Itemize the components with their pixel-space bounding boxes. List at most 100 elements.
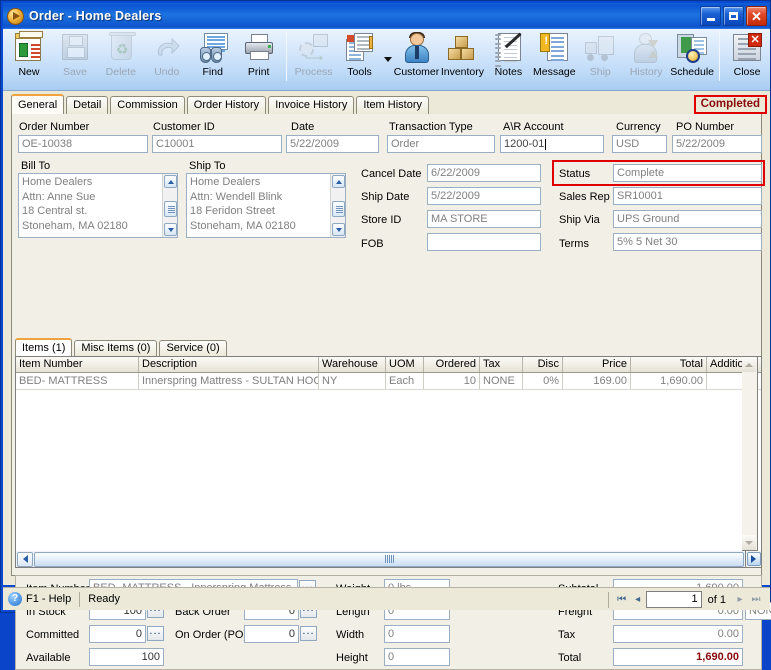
close-button[interactable]: ✕ bbox=[746, 6, 767, 26]
toolbar-button-close[interactable]: ✕ Close bbox=[724, 29, 770, 87]
status-badge: Completed bbox=[693, 95, 767, 114]
items-grid[interactable]: Item Number Description Warehouse UOM Or… bbox=[15, 356, 762, 568]
toolbar-button-new[interactable]: New bbox=[6, 29, 52, 87]
last-record-icon[interactable]: ⏭ bbox=[748, 591, 764, 608]
tax-input[interactable]: 0.00 bbox=[613, 625, 743, 643]
scroll-up-icon[interactable] bbox=[742, 357, 756, 372]
cell-uom[interactable]: Each bbox=[386, 373, 424, 389]
grid-col-total[interactable]: Total bbox=[631, 357, 707, 372]
cell-total[interactable]: 1,690.00 bbox=[631, 373, 707, 389]
grid-col-tax[interactable]: Tax bbox=[480, 357, 523, 372]
grid-vertical-scrollbar[interactable] bbox=[742, 356, 758, 551]
scroll-down-icon[interactable] bbox=[332, 223, 345, 236]
status-input[interactable]: Complete bbox=[613, 164, 762, 182]
toolbar-button-save[interactable]: Save bbox=[52, 29, 98, 87]
customer-id-input[interactable]: C10001 bbox=[152, 135, 282, 153]
tab-order-history[interactable]: Order History bbox=[186, 96, 267, 114]
first-record-icon[interactable]: ⏮ bbox=[614, 591, 630, 608]
grid-col-price[interactable]: Price bbox=[563, 357, 631, 372]
toolbar-button-ship[interactable]: Ship bbox=[577, 29, 623, 87]
ar-account-input[interactable]: 1200-01 bbox=[500, 135, 604, 153]
grid-col-description[interactable]: Description bbox=[139, 357, 319, 372]
cell-description[interactable]: Innerspring Mattress - SULTAN HOGB( bbox=[139, 373, 319, 389]
cell-item-number[interactable]: BED- MATTRESS bbox=[16, 373, 139, 389]
tab-detail[interactable]: Detail bbox=[66, 96, 109, 114]
previous-record-icon[interactable]: ◂ bbox=[630, 591, 646, 608]
status-bar: ? F1 - Help Ready ⏮ ◂ 1 of 1 ▸ ⏭ bbox=[3, 587, 770, 610]
scroll-up-icon[interactable] bbox=[164, 175, 177, 188]
next-record-icon[interactable]: ▸ bbox=[732, 591, 748, 608]
label-store-id: Store ID bbox=[361, 214, 402, 226]
cell-tax[interactable]: NONE bbox=[480, 373, 523, 389]
grid-col-item-number[interactable]: Item Number bbox=[16, 357, 139, 372]
toolbar-button-notes[interactable]: Notes bbox=[485, 29, 531, 87]
on-order-po-input[interactable]: 0 bbox=[244, 625, 299, 643]
table-row[interactable]: BED- MATTRESS Innerspring Mattress - SUL… bbox=[16, 373, 761, 390]
date-input[interactable]: 5/22/2009 bbox=[286, 135, 379, 153]
ship-via-input[interactable]: UPS Ground bbox=[613, 210, 762, 228]
scrollbar-thumb[interactable] bbox=[164, 201, 177, 217]
grid-scroll-right-corner[interactable] bbox=[746, 551, 762, 568]
toolbar-button-history[interactable]: History bbox=[623, 29, 669, 87]
currency-input[interactable]: USD bbox=[612, 135, 667, 153]
grid-horizontal-scrollbar[interactable] bbox=[15, 551, 746, 568]
terms-input[interactable]: 5% 5 Net 30 bbox=[613, 233, 762, 251]
scrollbar-thumb[interactable] bbox=[332, 201, 345, 217]
on-order-po-lookup-button[interactable]: ... bbox=[300, 626, 317, 641]
available-input[interactable]: 100 bbox=[89, 648, 164, 666]
tab-items[interactable]: Items (1) bbox=[15, 338, 73, 356]
grid-col-ordered[interactable]: Ordered bbox=[424, 357, 480, 372]
scroll-up-icon[interactable] bbox=[332, 175, 345, 188]
cell-warehouse[interactable]: NY bbox=[319, 373, 386, 389]
committed-input[interactable]: 0 bbox=[89, 625, 146, 643]
tab-general[interactable]: General bbox=[11, 94, 65, 114]
grid-col-warehouse[interactable]: Warehouse bbox=[319, 357, 386, 372]
page-number-input[interactable]: 1 bbox=[645, 591, 702, 608]
scroll-right-icon[interactable] bbox=[746, 552, 761, 566]
width-input[interactable]: 0 bbox=[384, 625, 450, 643]
ship-date-input[interactable]: 5/22/2009 bbox=[427, 187, 541, 205]
sales-rep-input[interactable]: SR10001 bbox=[613, 187, 762, 205]
height-input[interactable]: 0 bbox=[384, 648, 450, 666]
grid-col-uom[interactable]: UOM bbox=[386, 357, 424, 372]
committed-lookup-button[interactable]: ... bbox=[147, 626, 164, 641]
ship-to-scrollbar[interactable] bbox=[330, 174, 345, 237]
order-number-input[interactable]: OE-10038 bbox=[18, 135, 148, 153]
scrollbar-thumb[interactable] bbox=[34, 551, 744, 567]
tab-commission[interactable]: Commission bbox=[110, 96, 185, 114]
store-id-input[interactable]: MA STORE bbox=[427, 210, 541, 228]
tab-invoice-history[interactable]: Invoice History bbox=[268, 96, 355, 114]
maximize-button[interactable] bbox=[723, 6, 744, 26]
scroll-down-icon[interactable] bbox=[742, 535, 756, 550]
bill-to-scrollbar[interactable] bbox=[162, 174, 177, 237]
cell-disc[interactable]: 0% bbox=[523, 373, 563, 389]
grid-col-disc[interactable]: Disc bbox=[523, 357, 563, 372]
toolbar-button-find[interactable]: Find bbox=[190, 29, 236, 87]
minimize-button[interactable] bbox=[700, 6, 721, 26]
bill-to-address-box[interactable]: Home Dealers Attn: Anne Sue 18 Central s… bbox=[18, 173, 178, 238]
toolbar-button-schedule[interactable]: Schedule bbox=[669, 29, 715, 87]
transaction-type-input[interactable]: Order bbox=[387, 135, 495, 153]
toolbar-button-undo[interactable]: Undo bbox=[144, 29, 190, 87]
help-hint[interactable]: ? F1 - Help bbox=[3, 592, 71, 606]
cell-price[interactable]: 169.00 bbox=[563, 373, 631, 389]
tab-item-history[interactable]: Item History bbox=[356, 96, 430, 114]
fob-input[interactable] bbox=[427, 233, 541, 251]
total-input[interactable]: 1,690.00 bbox=[613, 648, 743, 666]
tools-dropdown-caret-icon[interactable] bbox=[383, 29, 394, 87]
toolbar-button-tools[interactable]: Tools bbox=[337, 29, 383, 87]
po-number-input[interactable]: 5/22/2009 bbox=[672, 135, 762, 153]
tab-service[interactable]: Service (0) bbox=[159, 340, 227, 356]
ship-to-address-box[interactable]: Home Dealers Attn: Wendell Blink 18 Feri… bbox=[186, 173, 346, 238]
tab-misc-items[interactable]: Misc Items (0) bbox=[74, 340, 158, 356]
toolbar-button-print[interactable]: Print bbox=[236, 29, 282, 87]
toolbar-button-inventory[interactable]: Inventory bbox=[439, 29, 485, 87]
toolbar-button-message[interactable]: Message bbox=[531, 29, 577, 87]
cell-ordered[interactable]: 10 bbox=[424, 373, 480, 389]
toolbar-button-customer[interactable]: Customer bbox=[394, 29, 440, 87]
scroll-left-icon[interactable] bbox=[17, 551, 33, 567]
scroll-down-icon[interactable] bbox=[164, 223, 177, 236]
toolbar-button-delete[interactable]: ♻ Delete bbox=[98, 29, 144, 87]
toolbar-button-process[interactable]: ⟶ Process bbox=[291, 29, 337, 87]
cancel-date-input[interactable]: 6/22/2009 bbox=[427, 164, 541, 182]
